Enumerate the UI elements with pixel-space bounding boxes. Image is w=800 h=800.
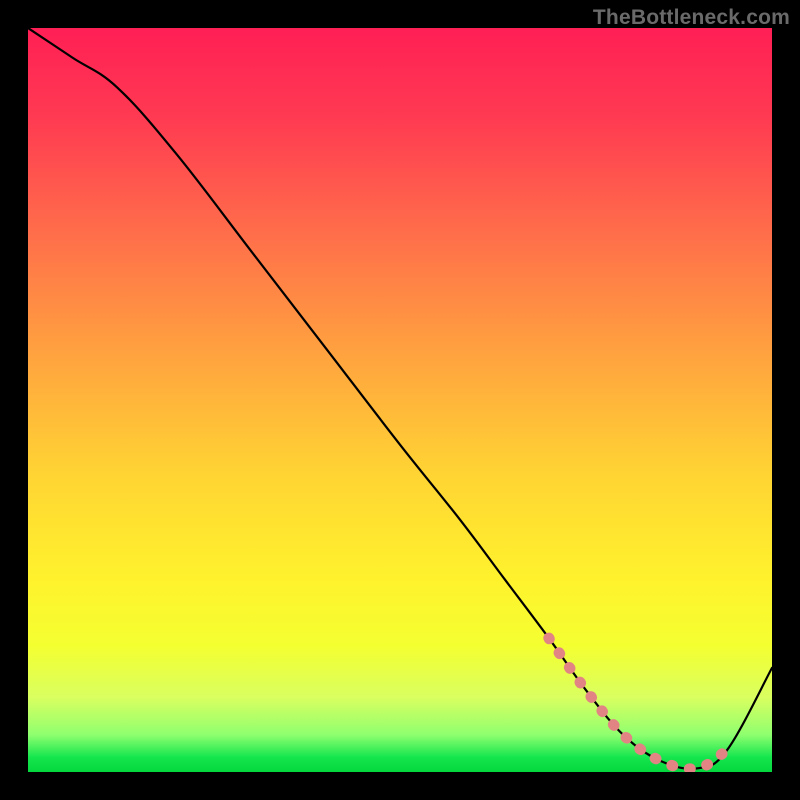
- plot-area: [28, 28, 772, 772]
- watermark-label: TheBottleneck.com: [593, 6, 790, 30]
- chart-frame: TheBottleneck.com: [0, 0, 800, 800]
- bottleneck-curve: [28, 28, 772, 772]
